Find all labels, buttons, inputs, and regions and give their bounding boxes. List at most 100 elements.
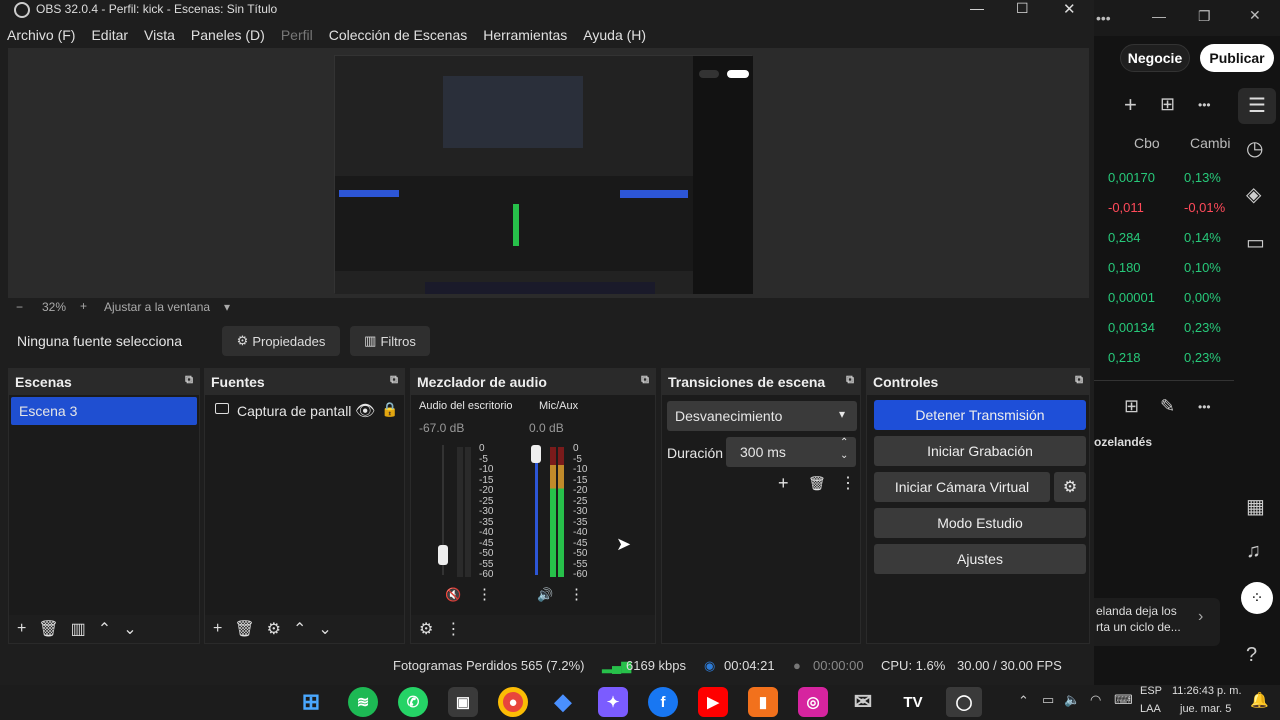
start-recording-button[interactable]: Iniciar Grabación	[874, 436, 1086, 466]
menu-editar[interactable]: Editar	[83, 24, 136, 46]
clock-icon[interactable]: ◷	[1246, 136, 1263, 161]
restore-icon[interactable]: ❐	[1198, 8, 1211, 25]
files-icon[interactable]: ◆	[548, 687, 578, 717]
menu-paneles[interactable]: Paneles (D)	[183, 24, 273, 46]
mail-icon[interactable]: ✉	[848, 687, 878, 717]
table-icon[interactable]: ⊞	[1160, 94, 1175, 115]
volume-icon[interactable]: 🔈	[1064, 692, 1080, 708]
app-icon[interactable]: ▣	[448, 687, 478, 717]
maximize-icon[interactable]: ☐	[1016, 0, 1029, 17]
down-icon[interactable]: ⌄	[123, 619, 136, 639]
keyboard-icon[interactable]: ⌨	[1114, 692, 1133, 708]
quote-row[interactable]: 0,180 0,10%	[1094, 252, 1234, 282]
stop-streaming-button[interactable]: Detener Transmisión	[874, 400, 1086, 430]
bell-icon[interactable]: ♫	[1246, 540, 1261, 563]
help-icon[interactable]: ?	[1246, 644, 1257, 667]
news-card[interactable]: elanda deja los rta un ciclo de... ›	[1094, 598, 1220, 646]
kebab-icon[interactable]: ⋮	[445, 619, 461, 639]
news-tag[interactable]: ozelandés	[1094, 435, 1152, 449]
menu-archivo[interactable]: Archivo (F)	[0, 24, 83, 46]
minimize-icon[interactable]: —	[970, 0, 984, 16]
filter-icon[interactable]: ▥	[71, 619, 86, 639]
more-icon[interactable]: •••	[1096, 10, 1111, 26]
scene-item[interactable]: Escena 3	[11, 397, 197, 425]
close-icon[interactable]: ✕	[1249, 7, 1261, 24]
gear-icon[interactable]: ⚙	[419, 619, 433, 639]
lang-line2[interactable]: LAA	[1140, 703, 1161, 715]
instagram-icon[interactable]: ◎	[798, 687, 828, 717]
menu-vista[interactable]: Vista	[136, 24, 183, 46]
virtual-camera-settings-icon[interactable]: ⚙	[1054, 472, 1086, 502]
lang-line1[interactable]: ESP	[1140, 685, 1162, 697]
mute-icon[interactable]: 🔇	[445, 587, 461, 603]
menu-ayuda[interactable]: Ayuda (H)	[575, 24, 654, 46]
quote-row[interactable]: 0,00134 0,23%	[1094, 312, 1234, 342]
speaker-icon[interactable]: 🔊	[537, 587, 553, 603]
clock-date[interactable]: jue. mar. 5	[1180, 703, 1231, 715]
add-icon[interactable]: +	[17, 620, 26, 638]
more-icon[interactable]: •••	[1198, 400, 1211, 414]
zoom-in-icon[interactable]: +	[80, 299, 87, 313]
filters-button[interactable]: ▥ Filtros	[350, 326, 430, 356]
obs-taskbar-icon[interactable]: ◯	[946, 687, 982, 717]
wifi-icon[interactable]: ◠	[1090, 692, 1101, 708]
tradingview-icon[interactable]: TV	[898, 687, 928, 717]
calendar-icon[interactable]: ▦	[1246, 494, 1265, 519]
negotiate-button[interactable]: Negocie	[1120, 44, 1190, 72]
facebook-icon[interactable]: f	[648, 687, 678, 717]
notification-icon[interactable]: 🔔	[1250, 691, 1269, 709]
chat-icon[interactable]: ▭	[1246, 230, 1265, 255]
duration-stepper[interactable]: 300 ms ⌃ ⌄	[726, 437, 856, 467]
windows-start-icon[interactable]: ⊞	[296, 687, 326, 717]
fit-window-label[interactable]: Ajustar a la ventana	[104, 300, 210, 314]
trash-icon[interactable]: 🗑	[808, 475, 826, 492]
watchlist-icon[interactable]: ☰	[1238, 88, 1276, 124]
add-icon[interactable]: +	[778, 473, 789, 494]
spotify-icon[interactable]: ≋	[348, 687, 378, 717]
studio-mode-button[interactable]: Modo Estudio	[874, 508, 1086, 538]
popout-icon[interactable]: ⧉	[641, 374, 649, 387]
quote-row[interactable]: -0,011 -0,01%	[1094, 192, 1234, 222]
edit-icon[interactable]: ✎	[1160, 396, 1175, 417]
chevron-up-icon[interactable]: ⌃	[840, 437, 848, 448]
quote-row[interactable]: 0,284 0,14%	[1094, 222, 1234, 252]
volume-slider-handle[interactable]	[438, 545, 448, 565]
trash-icon[interactable]: 🗑	[234, 619, 254, 639]
add-icon[interactable]: +	[213, 620, 222, 638]
settings-button[interactable]: Ajustes	[874, 544, 1086, 574]
chevron-down-icon[interactable]: ▾	[224, 300, 230, 314]
kebab-icon[interactable]: ⋮	[840, 473, 856, 493]
menu-coleccion[interactable]: Colección de Escenas	[321, 24, 476, 46]
chrome-icon[interactable]: ●	[498, 687, 528, 717]
up-icon[interactable]: ⌃	[293, 619, 306, 639]
battery-icon[interactable]: ▭	[1042, 692, 1054, 708]
quote-row[interactable]: 0,00170 0,13%	[1094, 162, 1234, 192]
volume-slider-handle[interactable]	[531, 445, 541, 463]
trash-icon[interactable]: 🗑	[38, 619, 58, 639]
youtube-icon[interactable]: ▶	[698, 687, 728, 717]
whatsapp-icon[interactable]: ✆	[398, 687, 428, 717]
chevron-up-icon[interactable]: ⌃	[1018, 693, 1029, 709]
kebab-icon[interactable]: ⋮	[569, 585, 584, 603]
down-icon[interactable]: ⌄	[318, 619, 331, 639]
zoom-out-icon[interactable]: −	[16, 300, 23, 314]
layers-icon[interactable]: ◈	[1246, 182, 1261, 207]
apps-icon[interactable]: ⁘	[1241, 582, 1273, 614]
menu-perfil[interactable]: Perfil	[273, 24, 321, 46]
menu-herramientas[interactable]: Herramientas	[475, 24, 575, 46]
popout-icon[interactable]: ⧉	[185, 374, 193, 387]
chevron-down-icon[interactable]: ⌄	[840, 450, 848, 461]
popout-icon[interactable]: ⧉	[1075, 374, 1083, 387]
volume-slider-track[interactable]	[535, 445, 538, 575]
quote-row[interactable]: 0,00001 0,00%	[1094, 282, 1234, 312]
popout-icon[interactable]: ⧉	[846, 374, 854, 387]
add-icon[interactable]: +	[1124, 92, 1137, 118]
properties-button[interactable]: ⚙ Propiedades	[222, 326, 340, 356]
eye-icon[interactable]: 👁	[355, 401, 375, 421]
quote-row[interactable]: 0,218 0,23%	[1094, 342, 1234, 372]
up-icon[interactable]: ⌃	[98, 619, 111, 639]
transition-select[interactable]: Desvanecimiento ▾	[667, 401, 857, 431]
close-icon[interactable]: ✕	[1063, 0, 1076, 18]
more-icon[interactable]: •••	[1198, 98, 1211, 112]
lock-icon[interactable]: 🔒	[381, 401, 398, 418]
